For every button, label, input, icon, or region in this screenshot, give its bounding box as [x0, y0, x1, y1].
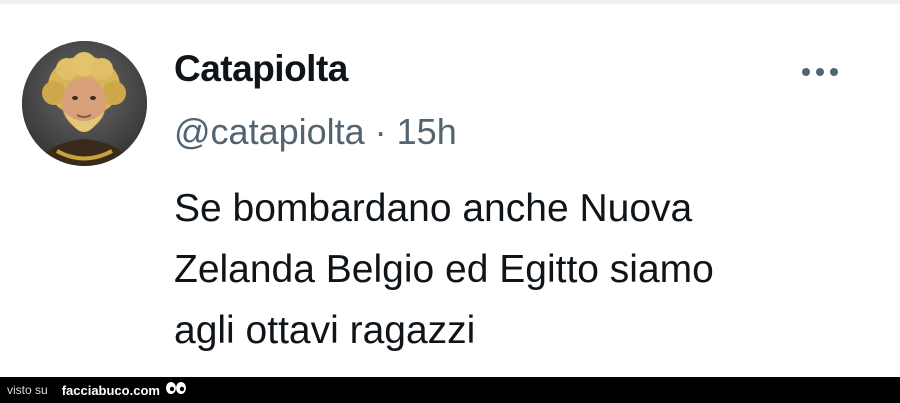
tweet-text-line: agli ottavi ragazzi	[174, 309, 476, 352]
avatar-portrait-icon	[22, 41, 147, 166]
ellipsis-horizontal-icon	[830, 68, 838, 76]
eyes-icon	[165, 381, 187, 400]
top-divider	[0, 0, 900, 4]
tweet-text-line: Zelanda Belgio ed Egitto siamo	[174, 248, 714, 291]
meta-separator: ·	[374, 111, 387, 152]
footer-prefix: visto su	[7, 383, 48, 397]
watermark-footer: visto su facciabuco.com	[0, 377, 900, 403]
footer-site-link[interactable]: facciabuco.com	[62, 383, 160, 398]
tweet-meta: @catapiolta · 15h	[174, 114, 457, 150]
more-options-button[interactable]	[790, 58, 850, 86]
ellipsis-horizontal-icon	[802, 68, 810, 76]
tweet-text-line: Se bombardano anche Nuova	[174, 187, 693, 230]
handle[interactable]: @catapiolta	[174, 114, 365, 150]
ellipsis-horizontal-icon	[816, 68, 824, 76]
display-name[interactable]: Catapiolta	[174, 50, 348, 87]
avatar[interactable]	[22, 41, 147, 166]
timestamp[interactable]: 15h	[397, 114, 457, 150]
tweet-text: Se bombardano anche Nuova Zelanda Belgio…	[174, 178, 874, 361]
